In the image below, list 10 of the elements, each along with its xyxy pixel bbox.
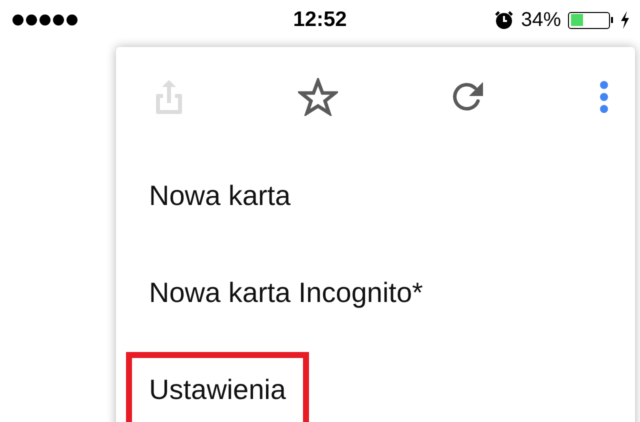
battery-percent: 34% <box>520 8 561 32</box>
menu-item[interactable]: Nowa karta Incognito* <box>126 254 446 330</box>
charging-icon <box>620 11 630 29</box>
more-icon[interactable] <box>598 80 609 114</box>
star-icon[interactable] <box>298 78 338 116</box>
clock-time: 12:52 <box>293 8 347 32</box>
menu-item[interactable]: Nowa karta <box>126 158 314 234</box>
menu-item[interactable]: Ustawienia <box>126 352 309 422</box>
signal-icon <box>12 14 78 26</box>
alarm-icon <box>494 10 514 30</box>
